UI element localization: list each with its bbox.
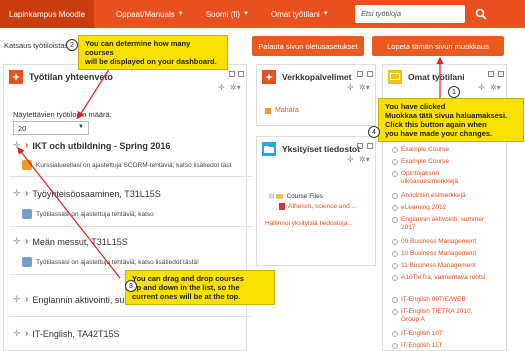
- arrow-to-move-handle: [17, 147, 121, 279]
- step-number-badge: 1: [448, 86, 460, 98]
- callout-course-count: You can determine how many courses will …: [78, 35, 228, 70]
- callout-edit-mode: You have clicked Muokkaa tätä sivua halu…: [378, 98, 524, 142]
- step-number-badge: 3: [125, 280, 137, 292]
- callout-drag-drop: You can drag and drop courses up and dow…: [125, 270, 275, 305]
- step-number-badge: 4: [368, 126, 380, 138]
- step-number-badge: 2: [66, 39, 78, 51]
